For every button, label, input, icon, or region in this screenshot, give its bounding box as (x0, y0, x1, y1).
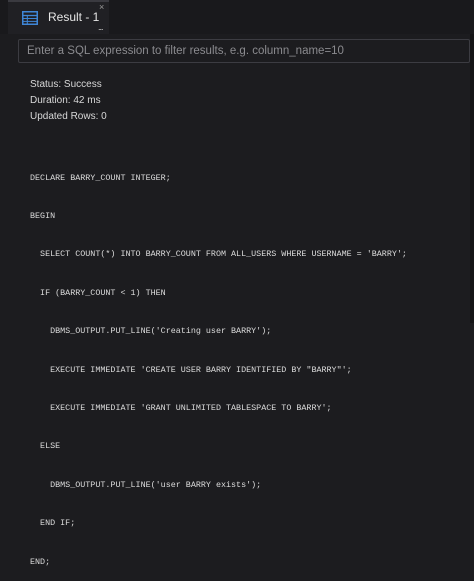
script-line: DBMS_OUTPUT.PUT_LINE('user BARRY exists'… (30, 479, 262, 490)
execution-summary: Status: Success Duration: 42 ms Updated … (30, 79, 107, 127)
script-line: SELECT COUNT(*) INTO BARRY_COUNT FROM AL… (30, 249, 407, 260)
tab-label: Result - 1 (48, 10, 100, 24)
tab-close-icon[interactable]: × (99, 3, 104, 12)
script-line: DBMS_OUTPUT.PUT_LINE('Creating user BARR… (30, 326, 272, 337)
tab-more-icon[interactable]: ... (98, 23, 103, 32)
script-line: ELSE (30, 441, 61, 452)
results-tab-bar: Result - 1 × ... (0, 0, 474, 34)
script-line: END; (30, 556, 51, 567)
scrollbar-track[interactable] (470, 34, 474, 323)
executed-sql-script: DECLARE BARRY_COUNT INTEGER; BEGIN SELEC… (30, 146, 407, 581)
tab-result-1[interactable]: Result - 1 × ... (8, 0, 109, 34)
script-line: IF (BARRY_COUNT < 1) THEN (30, 287, 166, 298)
script-line: END IF; (30, 518, 76, 529)
table-grid-icon (22, 11, 38, 25)
script-line: EXECUTE IMMEDIATE 'CREATE USER BARRY IDE… (30, 364, 352, 375)
updated-rows-text: Updated Rows: 0 (30, 111, 107, 122)
status-text: Status: Success (30, 79, 102, 90)
script-line: BEGIN (30, 210, 56, 221)
script-line: DECLARE BARRY_COUNT INTEGER; (30, 172, 171, 183)
script-line: EXECUTE IMMEDIATE 'GRANT UNLIMITED TABLE… (30, 402, 332, 413)
duration-text: Duration: 42 ms (30, 95, 101, 106)
filter-results-input[interactable] (18, 39, 470, 63)
